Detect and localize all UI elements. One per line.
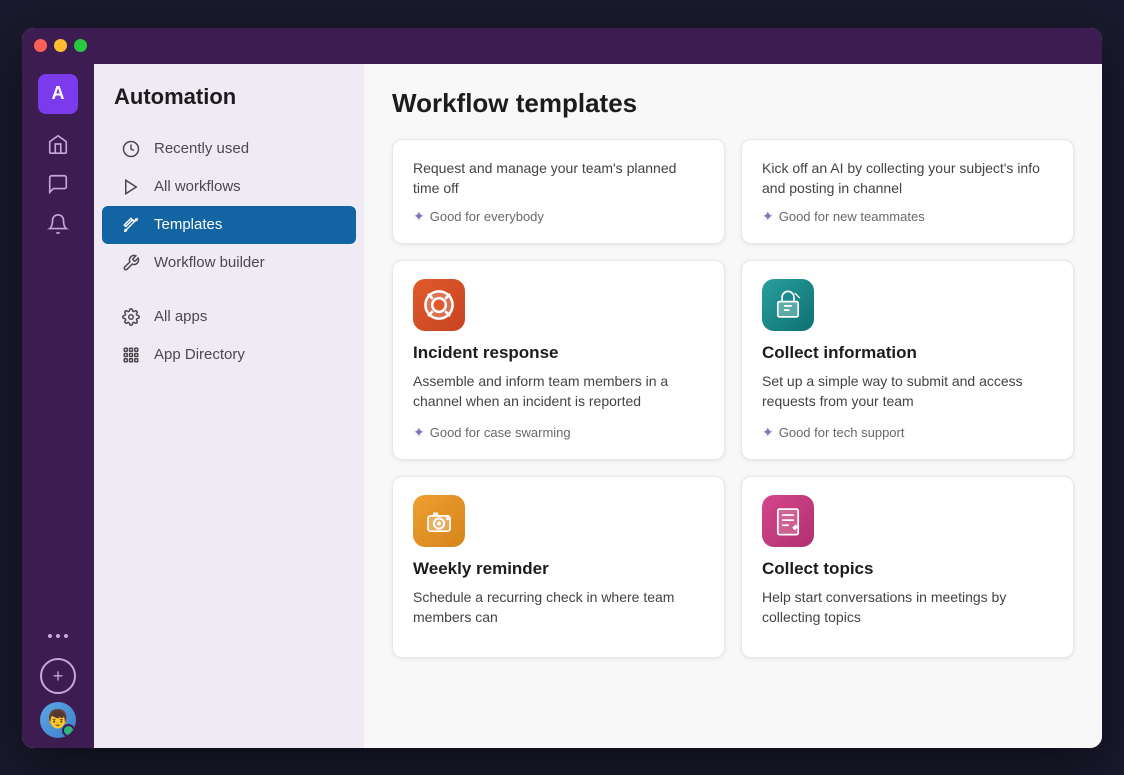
template-card-incident[interactable]: Incident response Assemble and inform te… — [392, 260, 725, 460]
weekly-description: Schedule a recurring check in where team… — [413, 587, 704, 628]
clock-icon — [122, 140, 142, 158]
incident-badge-text: Good for case swarming — [430, 425, 571, 440]
time-off-badge-text: Good for everybody — [430, 209, 544, 224]
weekly-title: Weekly reminder — [413, 559, 704, 579]
onboarding-badge: ✦ Good for new teammates — [762, 208, 1053, 225]
topics-icon — [762, 495, 814, 547]
sparkle-icon-4: ✦ — [762, 424, 774, 441]
minimize-button[interactable] — [54, 39, 67, 52]
collect-info-badge-text: Good for tech support — [779, 425, 905, 440]
traffic-lights — [34, 39, 87, 52]
onboarding-description: Kick off an AI by collecting your subjec… — [762, 158, 1053, 199]
main-content: Workflow templates Request and manage yo… — [364, 64, 1102, 748]
template-card-onboarding[interactable]: Kick off an AI by collecting your subjec… — [741, 139, 1074, 245]
sidebar-item-recently-used[interactable]: Recently used — [102, 130, 356, 168]
sparkle-icon: ✦ — [413, 208, 425, 225]
notifications-icon[interactable] — [40, 206, 76, 242]
collect-icon — [762, 279, 814, 331]
home-icon[interactable] — [40, 126, 76, 162]
maximize-button[interactable] — [74, 39, 87, 52]
sidebar-item-workflow-builder[interactable]: Workflow builder — [102, 244, 356, 282]
template-card-topics[interactable]: Collect topics Help start conversations … — [741, 476, 1074, 659]
onboarding-badge-text: Good for new teammates — [779, 209, 925, 224]
more-icon[interactable] — [40, 618, 76, 654]
time-off-description: Request and manage your team's planned t… — [413, 158, 704, 199]
user-avatar[interactable]: 👦 — [40, 702, 76, 738]
topics-description: Help start conversations in meetings by … — [762, 587, 1053, 628]
weekly-icon — [413, 495, 465, 547]
templates-grid: Request and manage your team's planned t… — [392, 139, 1074, 659]
time-off-badge: ✦ Good for everybody — [413, 208, 704, 225]
wrench-icon — [122, 254, 142, 272]
add-workspace-button[interactable]: + — [40, 658, 76, 694]
close-button[interactable] — [34, 39, 47, 52]
template-card-weekly[interactable]: Weekly reminder Schedule a recurring che… — [392, 476, 725, 659]
sidebar-item-templates[interactable]: Templates — [102, 206, 356, 244]
recently-used-label: Recently used — [154, 140, 249, 157]
grid-icon — [122, 346, 142, 364]
page-title: Workflow templates — [392, 88, 1074, 119]
collect-info-description: Set up a simple way to submit and access… — [762, 371, 1053, 412]
wand-icon — [122, 216, 142, 234]
titlebar — [22, 28, 1102, 64]
sidebar-title: Automation — [94, 84, 364, 130]
sparkle-icon-3: ✦ — [413, 424, 425, 441]
app-directory-label: App Directory — [154, 346, 245, 363]
incident-title: Incident response — [413, 343, 704, 363]
topics-title: Collect topics — [762, 559, 1053, 579]
template-card-collect-info[interactable]: Collect information Set up a simple way … — [741, 260, 1074, 460]
gear-icon — [122, 308, 142, 326]
app-window: A — [22, 28, 1102, 748]
incident-badge: ✦ Good for case swarming — [413, 424, 704, 441]
play-icon — [122, 178, 142, 196]
template-card-time-off[interactable]: Request and manage your team's planned t… — [392, 139, 725, 245]
incident-description: Assemble and inform team members in a ch… — [413, 371, 704, 412]
sidebar-item-all-workflows[interactable]: All workflows — [102, 168, 356, 206]
app-body: A — [22, 64, 1102, 748]
sparkle-icon-2: ✦ — [762, 208, 774, 225]
workflow-builder-label: Workflow builder — [154, 254, 265, 271]
plus-icon: + — [53, 667, 64, 685]
all-apps-label: All apps — [154, 308, 207, 325]
workspace-avatar[interactable]: A — [38, 74, 78, 114]
sidebar-item-all-apps[interactable]: All apps — [102, 298, 356, 336]
templates-label: Templates — [154, 216, 222, 233]
icon-rail: A — [22, 64, 94, 748]
messages-icon[interactable] — [40, 166, 76, 202]
collect-info-title: Collect information — [762, 343, 1053, 363]
user-face: 👦 — [40, 702, 76, 738]
incident-icon — [413, 279, 465, 331]
sidebar-item-app-directory[interactable]: App Directory — [102, 336, 356, 374]
sidebar: Automation Recently used All — [94, 64, 364, 748]
collect-info-badge: ✦ Good for tech support — [762, 424, 1053, 441]
all-workflows-label: All workflows — [154, 178, 241, 195]
